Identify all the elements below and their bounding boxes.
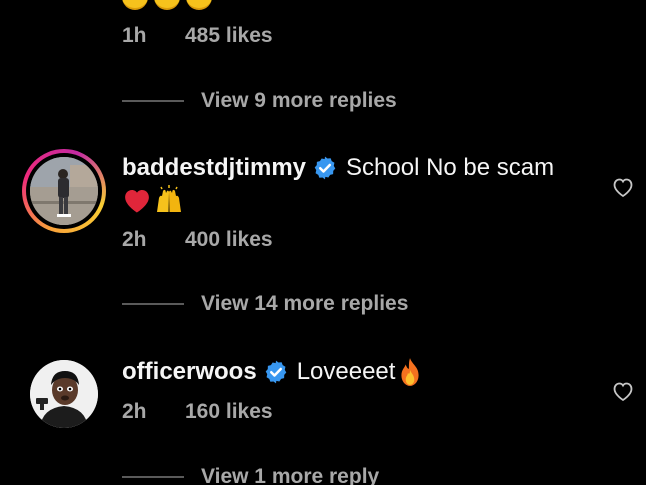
like-heart-icon[interactable] bbox=[611, 380, 635, 402]
avatar-story-ring[interactable] bbox=[22, 149, 106, 233]
avatar bbox=[30, 157, 98, 225]
avatar-officerwoos[interactable] bbox=[30, 360, 98, 428]
comment-body-timmy: baddestdjtimmy School No be scam bbox=[122, 153, 602, 183]
clapping-emoji-row bbox=[122, 0, 212, 12]
view-replies-button-timmy[interactable]: View 14 more replies bbox=[122, 292, 408, 316]
comment-emoji-line bbox=[122, 185, 184, 215]
likes-count-button[interactable]: 485 likes bbox=[185, 24, 273, 48]
comment-meta-woos: 2h 160 likes bbox=[122, 400, 273, 424]
comment-body-woos: officerwoos Loveeeet bbox=[122, 357, 602, 387]
username-link[interactable]: baddestdjtimmy bbox=[122, 153, 306, 183]
clap-emoji-3 bbox=[186, 0, 212, 10]
comment-text: School No be scam bbox=[346, 154, 555, 181]
fire-emoji-icon bbox=[401, 358, 420, 386]
view-replies-label: View 9 more replies bbox=[201, 89, 397, 112]
comment-time: 2h bbox=[122, 228, 147, 251]
comment-time: 2h bbox=[122, 400, 147, 423]
red-heart-emoji-icon bbox=[125, 190, 149, 213]
username-link[interactable]: officerwoos bbox=[122, 357, 257, 387]
comment-time: 1h bbox=[122, 24, 147, 47]
view-replies-label: View 14 more replies bbox=[201, 292, 409, 315]
likes-count-button[interactable]: 160 likes bbox=[185, 400, 273, 424]
replies-divider bbox=[122, 303, 184, 305]
comment-meta-top: 1h 485 likes bbox=[122, 24, 273, 48]
comment-meta-timmy: 2h 400 likes bbox=[122, 228, 273, 252]
replies-divider bbox=[122, 476, 184, 478]
comments-screen: 1h 485 likes View 9 more replies baddest… bbox=[0, 0, 646, 485]
view-replies-button-top[interactable]: View 9 more replies bbox=[122, 89, 397, 113]
verified-badge-icon bbox=[265, 360, 286, 384]
verified-badge-icon bbox=[314, 156, 336, 180]
replies-divider bbox=[122, 100, 184, 102]
like-heart-icon[interactable] bbox=[611, 176, 635, 198]
view-replies-button-woos[interactable]: View 1 more reply bbox=[122, 465, 379, 485]
avatar bbox=[30, 360, 98, 428]
likes-count-button[interactable]: 400 likes bbox=[185, 228, 273, 252]
view-replies-label: View 1 more reply bbox=[201, 465, 380, 485]
comment-text: Loveeeet bbox=[296, 358, 396, 385]
raising-hands-emoji-icon bbox=[157, 185, 181, 212]
clap-emoji-2 bbox=[154, 0, 180, 10]
clap-emoji-1 bbox=[122, 0, 148, 10]
